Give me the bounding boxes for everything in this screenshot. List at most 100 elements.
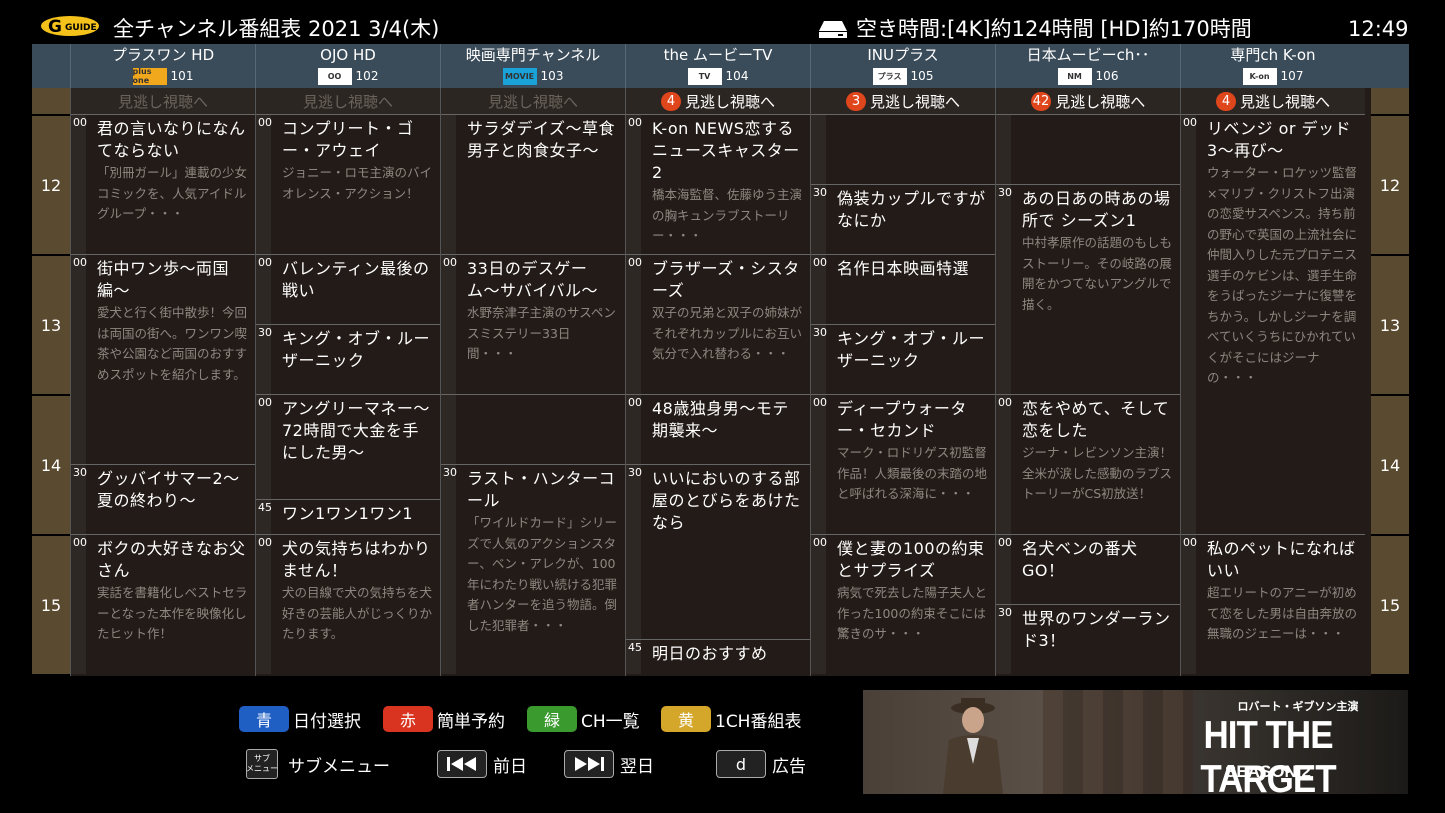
program-cell[interactable]: 00 コンプリート・ゴー・アウェイ ジョニー・ロモ主演のバイオレンス・アクション！ [256,114,440,254]
hour-label: 12 [32,114,70,254]
program-title: キング・オブ・ルーザーニック [837,329,986,370]
program-description: ジョニー・ロモ主演のバイオレンス・アクション！ [282,165,433,201]
program-cell[interactable]: 00 恋をやめて、そして恋をした ジーナ・レビンソン主演！全米が涙した感動のラブスト… [996,394,1180,534]
program-title: ブラザーズ・シスターズ [652,259,800,300]
program-cell[interactable]: 00 ボクの大好きなお父さん 実話を書籍化しベストセラーとなった本作を映像化したヒッ… [71,534,255,674]
program-cell[interactable]: 45 明日のおすすめ [626,639,810,674]
program-cell[interactable]: 30 ラスト・ハンターコール 「ワイルドカード」シリーズで人気のアクションスター、ベ… [441,464,625,674]
program-start-minute: 00 [73,116,87,129]
program-cell[interactable] [441,394,625,464]
channel-number: 101 [170,69,194,83]
green-key[interactable]: 緑 CH一覧 [527,706,640,732]
catchup-button[interactable]: 見逃し視聴へ [256,88,440,115]
program-start-minute: 30 [443,466,457,479]
program-description: 橋本海監督、佐藤ゆう主演の胸キュンラブストーリー・・・ [652,187,803,243]
program-cell[interactable]: 30 キング・オブ・ルーザーニック [811,324,995,394]
program-time-strip [256,115,271,254]
hour-column-right: 12 13 14 15 [1371,88,1409,676]
program-time-strip [441,115,456,254]
catchup-button[interactable]: 見逃し視聴へ [441,88,625,115]
recording-capacity: 空き時間:[4K]約124時間 [HD]約170時間 [818,16,1252,42]
program-cell[interactable]: 30 偽装カップルですがなにか [811,184,995,254]
recording-remaining-text: 空き時間:[4K]約124時間 [HD]約170時間 [856,17,1252,41]
program-cell[interactable]: 00 君の言いなりになんてならない 「別冊ガール」連載の少女コミックを、人気アイドル… [71,114,255,254]
channel-header-107[interactable]: 専門ch K-on K-on 107 [1180,44,1365,88]
channel-logo-row: プラス 105 [811,67,995,85]
catchup-button[interactable]: 4 見逃し視聴へ [626,88,810,115]
program-body: バレンティン最後の戦い [282,258,434,302]
program-cell[interactable]: 00 名犬ベンの番犬GO！ [996,534,1180,604]
program-title: 街中ワン歩〜両国編〜 [97,259,230,300]
program-title: いいにおいのする部屋のとびらをあけたなら [652,469,801,532]
prev-day-label: 前日 [493,756,527,777]
program-cell[interactable]: 00 ブラザーズ・シスターズ 双子の兄弟と双子の姉妹がそれぞれカップルにお互い気分で… [626,254,810,394]
channel-number: 106 [1095,69,1119,83]
program-cell[interactable] [811,114,995,184]
channel-header-104[interactable]: the ムービーTV TV 104 [625,44,810,88]
program-cell[interactable]: 00 バレンティン最後の戦い [256,254,440,324]
program-start-minute: 00 [1183,536,1197,549]
program-cell[interactable]: 00 名作日本映画特選 [811,254,995,324]
program-start-minute: 45 [628,641,642,654]
prev-day-key[interactable]: 前日 [437,750,527,778]
red-key[interactable]: 赤 簡単予約 [383,706,505,732]
program-cell[interactable]: 30 キング・オブ・ルーザーニック [256,324,440,394]
program-cell[interactable]: 30 世界のワンダーランド3！ [996,604,1180,674]
catchup-button[interactable]: 42 見逃し視聴へ [996,88,1180,115]
program-body: 恋をやめて、そして恋をした ジーナ・レビンソン主演！全米が涙した感動のラブストーリ… [1022,398,1174,505]
program-title: キング・オブ・ルーザーニック [282,329,431,370]
program-body: サラダデイズ〜草食男子と肉食女子〜 [467,118,619,162]
program-cell[interactable]: 30 いいにおいのする部屋のとびらをあけたなら [626,464,810,639]
channel-logo-row: plus one 101 [71,67,255,85]
program-cell[interactable] [996,114,1180,184]
channel-header-102[interactable]: OJO HD OO 102 [255,44,440,88]
clock: 12:49 [1348,17,1409,41]
submenu-key[interactable]: サブ メニュー サブメニュー [246,749,390,779]
program-cell[interactable]: 00 僕と妻の100の約束とサプライズ 病気で死去した陽子夫人と作った100の約束そ… [811,534,995,674]
hour-column-top [1371,88,1409,114]
catchup-button[interactable]: 3 見逃し視聴へ [811,88,995,115]
program-body: 名犬ベンの番犬GO！ [1022,538,1174,582]
program-cell[interactable]: 45 ワン1ワン1ワン1 [256,499,440,534]
program-description: ウォーター・ロケッツ監督×マリブ・クリストフ出演の恋愛サスペンス。持ち前の野心で… [1207,165,1358,385]
program-description: 実話を書籍化しベストセラーとなった本作を映像化したヒット作！ [97,585,248,641]
ad-key-label: 広告 [772,756,806,777]
program-cell[interactable]: 00 犬の気持ちはわかりません！ 犬の目線で犬の気持ちを犬好きの芸能人がじっくりかた… [256,534,440,674]
blue-key[interactable]: 青 日付選択 [239,706,361,732]
program-start-minute: 00 [258,256,272,269]
catchup-button[interactable]: 4 見逃し視聴へ [1181,88,1365,115]
program-body: ラスト・ハンターコール 「ワイルドカード」シリーズで人気のアクションスター、ベン・… [467,468,619,636]
program-description: 「ワイルドカード」シリーズで人気のアクションスター、ベン・アレクが、100年にわ… [467,515,618,633]
program-cell[interactable]: 00 街中ワン歩〜両国編〜 愛犬と行く街中散歩！今回は両国の街へ。ワンワン喫茶や公園… [71,254,255,464]
catchup-count-badge: 4 [1215,91,1236,111]
program-cell[interactable]: 00 K-on NEWS恋するニュースキャスター2 橋本海監督、佐藤ゆう主演の胸キュ… [626,114,810,254]
program-body: あの日あの時あの場所で シーズン1 中村孝原作の話題のもしもストーリー。その岐路の… [1022,188,1174,315]
skip-back-icon [437,750,487,778]
channel-name: 日本ムービーch･･ [1026,46,1150,64]
program-cell[interactable]: 00 ディープウォーター・セカンド マーク・ロドリゲス初監督作品！人類最後の末踏の地… [811,394,995,534]
program-start-minute: 00 [1183,116,1197,129]
channel-header-106[interactable]: 日本ムービーch･･ NM 106 [995,44,1180,88]
program-cell[interactable]: サラダデイズ〜草食男子と肉食女子〜 [441,114,625,254]
program-cell[interactable]: 00 33日のデスゲーム〜サバイバル〜 水野奈津子主演のサスペンスミステリー33日間… [441,254,625,394]
yellow-key[interactable]: 黄 1CH番組表 [661,706,801,732]
program-cell[interactable]: 00 アングリーマネー〜72時間で大金を手にした男〜 [256,394,440,499]
program-cell[interactable]: 00 48歳独身男〜モテ期襲来〜 [626,394,810,464]
blue-key-label: 日付選択 [293,711,361,732]
channel-header-103[interactable]: 映画専門チャンネル MOVIE 103 [440,44,625,88]
hour-column-top [32,88,70,114]
channel-header-105[interactable]: INUプラス プラス 105 [810,44,995,88]
channel-name: プラスワン HD [111,46,215,64]
program-cell[interactable]: 30 あの日あの時あの場所で シーズン1 中村孝原作の話題のもしもストーリー。その岐… [996,184,1180,394]
program-cell[interactable]: 00 私のペットになればいい 超エリートのアニーが初めて恋をした男は自由奔放の無職の… [1181,534,1365,674]
skip-forward-icon [564,750,614,778]
next-day-key[interactable]: 翌日 [564,750,654,778]
channel-header-101[interactable]: プラスワン HD plus one 101 [70,44,255,88]
channel-number: 105 [910,69,934,83]
catchup-count-badge: 4 [660,91,681,111]
ad-banner[interactable]: ロバート・ギブソン主演 HIT THE TARGET SEASON 2 [863,690,1408,794]
program-cell[interactable]: 00 リベンジ or デッド3〜再び〜 ウォーター・ロケッツ監督×マリブ・クリストフ… [1181,114,1365,534]
program-cell[interactable]: 30 グッバイサマー2〜夏の終わり〜 [71,464,255,534]
catchup-button[interactable]: 見逃し視聴へ [71,88,255,115]
ad-key[interactable]: d 広告 [716,750,806,778]
